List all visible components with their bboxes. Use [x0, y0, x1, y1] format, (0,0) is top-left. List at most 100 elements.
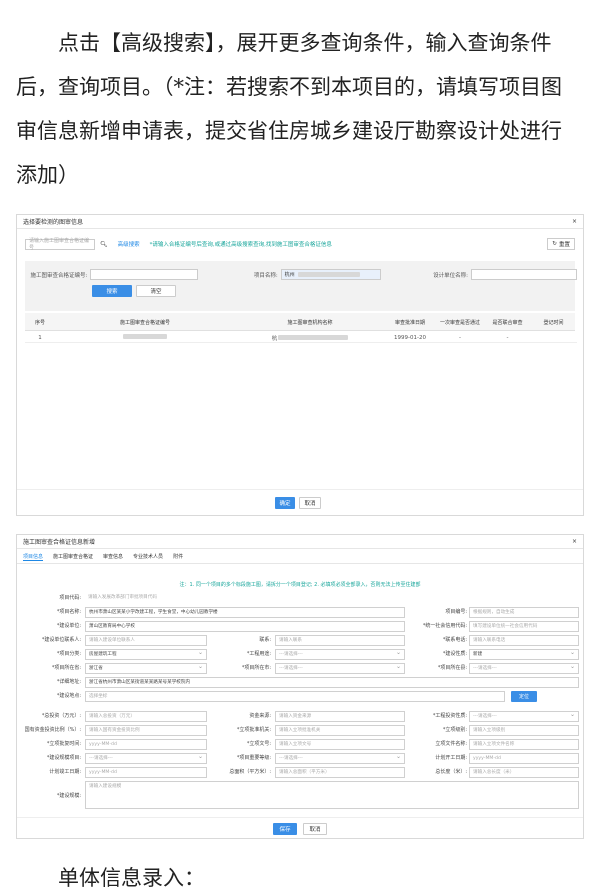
redacted-text — [123, 334, 167, 339]
row-joint: - — [506, 334, 509, 341]
doc-name-field[interactable]: 请输入立项文件名称 — [469, 739, 579, 750]
category-select[interactable]: 房屋建筑工程 — [85, 649, 207, 660]
locate-button[interactable]: 定位 — [511, 691, 537, 702]
field-label: *工程用途: — [246, 651, 271, 657]
field-label: *项目名称: — [56, 609, 81, 615]
tab-project-info[interactable]: 项目信息 — [23, 553, 44, 561]
form-row: *建设地点: 选择坐标 定位 — [23, 691, 577, 702]
filter-cert-input[interactable] — [90, 269, 199, 280]
row-first-pass: - — [459, 334, 461, 341]
close-icon[interactable]: × — [572, 538, 577, 545]
field-label: *建设性质: — [442, 651, 467, 657]
advanced-search-link[interactable]: 高级搜索 — [118, 240, 140, 248]
row-agency: 杭 — [235, 334, 385, 342]
legal-field[interactable]: 请输入建设单位联系人 — [85, 635, 207, 646]
cancel-button[interactable]: 取消 — [299, 497, 321, 509]
location-field[interactable]: 选择坐标 — [85, 691, 505, 702]
credit-code-field[interactable]: 填写建设单位统一社会信用代码 — [469, 621, 579, 632]
field-label: *详细地址: — [56, 679, 81, 685]
nature-select[interactable]: 新建 — [469, 649, 579, 660]
tab-staff[interactable]: 专业技术人员 — [133, 553, 163, 561]
contact-field[interactable]: 请输入联系电话 — [469, 635, 579, 646]
tab-review-info[interactable]: 审查信息 — [103, 553, 123, 561]
search-input[interactable]: 请输入施工图审查合格证编号 — [25, 238, 95, 251]
cancel-button[interactable]: 取消 — [303, 823, 327, 835]
scale-select[interactable]: ---请选择--- — [85, 753, 207, 764]
length-field[interactable]: 请输入总长度（米） — [469, 767, 579, 778]
search-hint: *请输入合格证编号后查询,或通过高级搜索查询,找到施工图审查合格证信息 — [149, 242, 332, 248]
end-date-field[interactable]: yyyy-MM-dd — [85, 767, 207, 778]
row-index: 1 — [38, 334, 42, 341]
form-row: *项目所在省: 浙江省 *项目所在市: ---请选择--- *项目所在县: --… — [23, 663, 579, 674]
field-label: *项目重要等级: — [236, 755, 271, 761]
tab-certificate[interactable]: 施工图审查合格证 — [53, 553, 93, 561]
filter-project-label: 项目名称: — [253, 272, 278, 279]
save-button[interactable]: 保存 — [273, 823, 297, 835]
fund-field[interactable]: 请输入资金来源 — [275, 711, 405, 722]
field-label: 项目编号: — [445, 609, 467, 615]
tab-attachments[interactable]: 附件 — [173, 553, 183, 561]
search-icon[interactable]: 🔍︎ — [100, 241, 108, 248]
gov-ratio-field[interactable]: 请输入国有资金投资比例 — [85, 725, 207, 736]
col-header: 施工图审查机构名称 — [287, 319, 333, 326]
field-label: 总长度（米）: — [435, 769, 467, 775]
add-cert-dialog: 施工图审查合格证信息新增 × 项目信息 施工图审查合格证 审查信息 专业技术人员… — [16, 534, 584, 839]
form-row: *详细地址: 浙江省杭州市萧山区某街道某某路某号某学校院内 — [23, 677, 579, 688]
search-button[interactable]: 搜索 — [92, 285, 132, 297]
filter-project-input[interactable]: 杭州 — [280, 269, 382, 280]
project-code-field[interactable]: 请输入发展改革部门审批项目代码 — [85, 593, 559, 604]
area-field[interactable]: 请输入总面积（平方米） — [275, 767, 405, 778]
clear-button[interactable]: 清空 — [136, 285, 176, 297]
filter-design-label: 设计单位名称: — [433, 272, 468, 279]
use-select[interactable]: ---请选择--- — [275, 649, 405, 660]
approve-doc-field[interactable]: 请输入立项文号 — [275, 739, 405, 750]
major-select[interactable]: ---请选择--- — [275, 753, 405, 764]
project-no-field[interactable]: 根据规则，自动生成 — [469, 607, 579, 618]
form-row: *项目名称: 杭州市萧山区某某小学改建工程，学生食堂，中心幼儿园教学楼 项目编号… — [23, 607, 579, 618]
approve-level-field[interactable]: 请输入立项级别 — [469, 725, 579, 736]
build-unit-field[interactable]: 萧山区教育局中心学校 — [85, 621, 405, 632]
filter-design-input[interactable] — [470, 269, 577, 280]
city-select[interactable]: ---请选择--- — [275, 663, 405, 674]
form-row: *建设规模项目: ---请选择--- *项目重要等级: ---请选择--- 计划… — [23, 753, 579, 764]
approve-date-field[interactable]: yyyy-MM-dd — [85, 739, 207, 750]
intro-paragraph: 点击【高级搜索】，展开更多查询条件，输入查询条件 后，查询项目。（*注：若搜索不… — [16, 21, 586, 197]
reset-button[interactable]: ↻ 重置 — [547, 238, 575, 250]
field-label: 计划开工日期: — [435, 755, 467, 761]
form-row: 国有资金投资比例（%）: 请输入国有资金投资比例 *立项批准机关: 请输入立项批… — [23, 725, 579, 736]
close-icon[interactable]: × — [572, 218, 577, 225]
scale-desc-textarea[interactable]: 请输入建设规模 — [85, 781, 579, 809]
dialog-titlebar: 施工图审查合格证信息新增 × — [17, 535, 583, 549]
divider — [17, 489, 583, 490]
form-row: *建设规模: 请输入建设规模 — [23, 781, 579, 811]
confirm-button[interactable]: 确定 — [275, 497, 295, 509]
intro-line: 后，查询项目。（*注：若搜索不到本项目的，请填写项目图 — [16, 75, 562, 99]
form-row: 计划竣工日期: yyyy-MM-dd 总面积（平方米）: 请输入总面积（平方米）… — [23, 767, 579, 778]
address-field[interactable]: 浙江省杭州市萧山区某街道某某路某号某学校院内 — [85, 677, 579, 688]
county-select[interactable]: ---请选择--- — [469, 663, 579, 674]
filter-cert-label: 施工图审查合格证编号: — [30, 272, 88, 279]
table-row[interactable]: 1 杭 1999-01-20 - - — [25, 333, 577, 343]
invest-nature-select[interactable]: ---请选择--- — [469, 711, 579, 722]
approve-org-field[interactable]: 请输入立项批准机关 — [275, 725, 405, 736]
dialog-title: 施工图审查合格证信息新增 — [23, 539, 96, 546]
phone-field[interactable]: 请输入联系 — [275, 635, 405, 646]
field-label: *建设规模: — [56, 793, 81, 799]
field-label: 资金来源: — [249, 713, 271, 719]
col-header: 登记时间 — [543, 319, 564, 326]
start-date-field[interactable]: yyyy-MM-dd — [469, 753, 579, 764]
form-row: *立项批复时间: yyyy-MM-dd *立项文号: 请输入立项文号 立项文件名… — [23, 739, 579, 750]
project-name-field[interactable]: 杭州市萧山区某某小学改建工程，学生食堂，中心幼儿园教学楼 — [85, 607, 405, 618]
field-label: *工程投资性质: — [432, 713, 467, 719]
field-label: *项目所在省: — [51, 665, 81, 671]
field-label: *建设规模项目: — [46, 755, 81, 761]
row-cert — [55, 334, 235, 341]
field-label: *项目分类: — [56, 651, 81, 657]
field-label: 联系: — [259, 637, 271, 643]
invest-field[interactable]: 请输入总投资（万元） — [85, 711, 207, 722]
footer-line: 单体信息录入： — [58, 866, 205, 890]
field-label: *建设地点: — [56, 693, 81, 699]
province-select[interactable]: 浙江省 — [85, 663, 207, 674]
filter-buttons: 搜索 清空 — [92, 285, 176, 297]
form-row: 项目代码: 请输入发展改革部门审批项目代码 — [23, 593, 577, 604]
